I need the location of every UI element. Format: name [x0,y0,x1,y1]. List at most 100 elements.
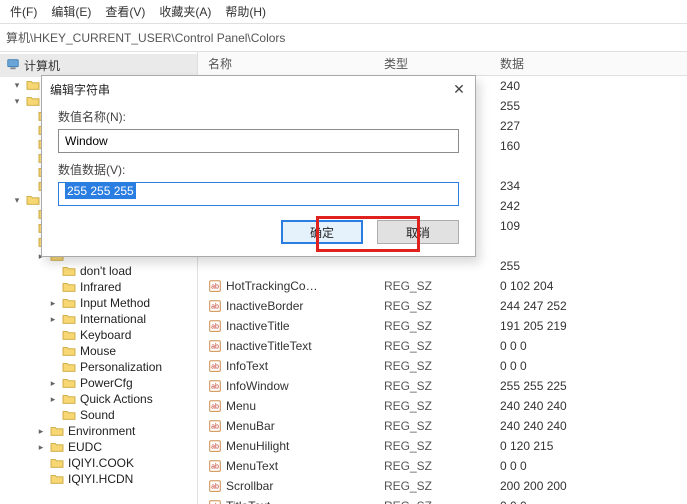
chevron-icon[interactable]: ▾ [12,195,22,205]
menu-edit[interactable]: 编辑(E) [45,1,97,22]
tree-header-label: 计算机 [24,57,60,74]
chevron-icon[interactable]: ▸ [36,426,46,436]
chevron-icon[interactable] [48,346,58,356]
computer-icon [6,57,20,74]
tree-item[interactable]: don't load [0,263,197,279]
tree-item[interactable]: Infrared [0,279,197,295]
close-icon[interactable]: ✕ [451,81,467,97]
string-value-icon: ab [208,379,222,393]
chevron-icon[interactable] [48,282,58,292]
value-data: 0 0 0 [490,339,687,353]
folder-icon [50,425,64,437]
chevron-icon[interactable] [48,266,58,276]
chevron-icon[interactable] [36,458,46,468]
svg-text:ab: ab [211,324,219,331]
tree-item-label: Input Method [80,296,150,310]
tree-item[interactable]: ▸International [0,311,197,327]
chevron-icon[interactable] [24,153,34,163]
chevron-icon[interactable] [24,139,34,149]
table-row[interactable]: abMenuTextREG_SZ0 0 0 [198,456,687,476]
value-data: 242 [490,199,687,213]
menu-favorites[interactable]: 收藏夹(A) [153,1,217,22]
cancel-button[interactable]: 取消 [377,220,459,244]
chevron-icon[interactable]: ▸ [36,442,46,452]
svg-text:ab: ab [211,404,219,411]
value-name-input[interactable] [58,129,459,153]
tree-item-label: Sound [80,408,115,422]
menu-view[interactable]: 查看(V) [99,1,151,22]
svg-text:ab: ab [211,464,219,471]
chevron-icon[interactable] [36,474,46,484]
table-row[interactable]: abScrollbarREG_SZ200 200 200 [198,476,687,496]
tree-item[interactable]: ▸EUDC [0,439,197,455]
chevron-icon[interactable] [48,410,58,420]
value-type: REG_SZ [374,499,490,504]
chevron-icon[interactable] [24,111,34,121]
value-name: Menu [226,399,256,413]
table-row[interactable]: abMenuHilightREG_SZ0 120 215 [198,436,687,456]
tree-item[interactable]: ▸ Input Method [0,295,197,311]
tree-item[interactable]: Keyboard [0,327,197,343]
tree-header[interactable]: 计算机 [0,54,197,77]
tree-item[interactable]: ▸PowerCfg [0,375,197,391]
value-type: REG_SZ [374,379,490,393]
chevron-icon[interactable] [24,223,34,233]
table-row[interactable]: abInactiveTitleTextREG_SZ0 0 0 [198,336,687,356]
chevron-icon[interactable]: ▸ [48,298,58,308]
folder-icon [62,345,76,357]
tree-item[interactable]: IQIYI.HCDN [0,471,197,487]
svg-text:ab: ab [211,284,219,291]
ok-button[interactable]: 确定 [281,220,363,244]
chevron-icon[interactable]: ▸ [48,378,58,388]
address-bar[interactable]: 算机\HKEY_CURRENT_USER\Control Panel\Color… [0,24,687,52]
chevron-icon[interactable] [48,330,58,340]
folder-icon [62,297,76,309]
tree-item[interactable]: Personalization [0,359,197,375]
tree-item[interactable]: Mouse [0,343,197,359]
column-name[interactable]: 名称 [198,55,374,72]
value-name: InfoText [226,359,268,373]
menu-file[interactable]: 件(F) [4,1,43,22]
table-row[interactable]: abMenuREG_SZ240 240 240 [198,396,687,416]
value-data-input[interactable]: 255 255 255 [58,182,459,206]
tree-item[interactable]: Sound [0,407,197,423]
table-row[interactable]: abInactiveTitleREG_SZ191 205 219 [198,316,687,336]
chevron-icon[interactable]: ▸ [48,314,58,324]
chevron-icon[interactable] [24,209,34,219]
tree-item[interactable]: ▸Quick Actions [0,391,197,407]
value-data-label: 数值数据(V): [58,161,459,178]
chevron-icon[interactable] [24,181,34,191]
chevron-icon[interactable] [24,125,34,135]
folder-icon [62,409,76,421]
value-type: REG_SZ [374,439,490,453]
table-row[interactable]: abInfoTextREG_SZ0 0 0 [198,356,687,376]
column-data[interactable]: 数据 [490,55,687,72]
value-name: InactiveTitle [226,319,290,333]
value-data: 0 0 0 [490,499,687,504]
dialog-buttons: 确定 取消 [58,220,459,244]
chevron-icon[interactable] [48,362,58,372]
tree-item[interactable]: ▸Environment [0,423,197,439]
value-name: HotTrackingCo… [226,279,318,293]
table-row[interactable]: abInfoWindowREG_SZ255 255 225 [198,376,687,396]
menu-help[interactable]: 帮助(H) [219,1,272,22]
chevron-icon[interactable] [24,167,34,177]
table-row[interactable]: abHotTrackingCo…REG_SZ0 102 204 [198,276,687,296]
chevron-icon[interactable]: ▸ [48,394,58,404]
svg-text:ab: ab [211,424,219,431]
chevron-icon[interactable] [24,237,34,247]
folder-icon [50,457,64,469]
chevron-icon[interactable]: ▾ [12,80,22,90]
chevron-icon[interactable]: ▾ [12,96,22,106]
column-type[interactable]: 类型 [374,55,490,72]
table-row[interactable]: abMenuBarREG_SZ240 240 240 [198,416,687,436]
table-row[interactable]: abTitleTextREG_SZ0 0 0 [198,496,687,504]
value-type: REG_SZ [374,279,490,293]
value-data: 234 [490,179,687,193]
table-row[interactable]: abInactiveBorderREG_SZ244 247 252 [198,296,687,316]
value-type: REG_SZ [374,479,490,493]
table-row[interactable]: 255 [198,256,687,276]
tree-item[interactable]: IQIYI.COOK [0,455,197,471]
value-type: REG_SZ [374,359,490,373]
list-header: 名称 类型 数据 [198,52,687,76]
